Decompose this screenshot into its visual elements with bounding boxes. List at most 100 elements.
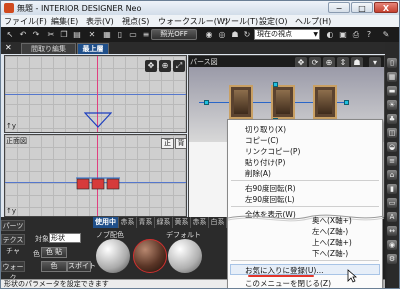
window-title: 無題 - INTERIOR DESIGNER Neo: [17, 4, 142, 13]
material-swatch-white[interactable]: [96, 239, 130, 273]
menu-walkthrough[interactable]: ウォークスルー(W): [158, 16, 228, 27]
plant-icon[interactable]: ♣: [387, 114, 397, 124]
viewpoint-select-value: 現在の視点: [257, 30, 292, 38]
front-viewport[interactable]: 正面図 正 背 ↑y: [4, 134, 187, 217]
back-view-button[interactable]: 背: [175, 138, 186, 149]
menu-move-back[interactable]: 奥へ(X軸+): [312, 215, 352, 226]
mat-tab-in-use[interactable]: 使用中: [93, 217, 119, 228]
mat-tab-blue[interactable]: 青系: [137, 217, 155, 228]
material-swatch-brown[interactable]: [133, 239, 167, 273]
menu-link-copy[interactable]: リンクコピー(P): [245, 146, 300, 157]
menu-separator: [231, 260, 379, 261]
menu-paste[interactable]: 貼り付け(P): [245, 157, 285, 168]
maximize-button[interactable]: □: [351, 2, 373, 13]
target-select[interactable]: 形状: [49, 233, 81, 243]
menu-rotate-left[interactable]: 左90度回転(L): [245, 194, 295, 205]
picture-frame-3[interactable]: [313, 85, 337, 119]
mat-tab-yellow[interactable]: 黄系: [173, 217, 191, 228]
furniture-icon[interactable]: ▬: [387, 86, 397, 96]
roof-icon[interactable]: ⌂: [387, 170, 397, 180]
viewpoint-select[interactable]: 現在の視点 ▼: [254, 29, 320, 40]
settings-icon[interactable]: ⚙: [387, 254, 397, 264]
help-icon[interactable]: ?: [364, 30, 374, 39]
zoom-icon[interactable]: ⊕: [159, 60, 171, 72]
tab-top-floor[interactable]: 最上層: [77, 43, 109, 54]
material-swatch-default[interactable]: [168, 239, 202, 273]
menu-delete[interactable]: 削除(A): [245, 168, 271, 179]
picture-frame-1[interactable]: [229, 85, 253, 119]
front-view-button[interactable]: 正: [161, 138, 174, 149]
color-select-button[interactable]: 色: [41, 261, 67, 272]
stairs-tool-icon[interactable]: ≡: [387, 156, 397, 166]
pencil-icon[interactable]: ✎: [381, 30, 391, 39]
camera-tool-icon[interactable]: ◉: [387, 240, 397, 250]
mat-tab-green[interactable]: 緑系: [155, 217, 173, 228]
rotate-icon[interactable]: ↻: [242, 30, 252, 39]
menu-cut[interactable]: 切り取り(X): [245, 124, 286, 135]
picture-2: [276, 90, 290, 114]
menu-close[interactable]: このメニューを閉じる(Z): [245, 278, 331, 288]
walk-icon[interactable]: ☗: [230, 30, 240, 39]
cut-icon[interactable]: ✂: [46, 30, 56, 39]
wall-tool-icon[interactable]: ▭: [387, 198, 397, 208]
undo-icon[interactable]: ↶: [18, 30, 28, 39]
sidetab-texture[interactable]: テクスチャ: [1, 234, 25, 255]
title-bar: 無題 - INTERIOR DESIGNER Neo − □ X: [1, 1, 399, 15]
pan-icon[interactable]: ✥: [145, 60, 157, 72]
render-icon[interactable]: ◐: [325, 30, 335, 39]
selection-handle-left[interactable]: [204, 100, 209, 105]
copy-icon[interactable]: ❐: [59, 30, 69, 39]
selection-handle-top[interactable]: [273, 82, 278, 87]
menu-move-up[interactable]: 上へ(Z軸+): [312, 237, 352, 248]
light-icon[interactable]: ☀: [387, 100, 397, 110]
menu-move-left[interactable]: 左へ(Z軸-): [312, 226, 348, 237]
paste-icon[interactable]: ▤: [72, 30, 82, 39]
photo-icon[interactable]: ▣: [338, 30, 348, 39]
door-icon[interactable]: ▯: [387, 58, 397, 68]
eyedropper-button[interactable]: スポイト: [67, 261, 96, 272]
selection-handle-right[interactable]: [344, 100, 349, 105]
picture-frame-2[interactable]: [271, 85, 295, 119]
text-icon[interactable]: A: [387, 212, 397, 222]
window-icon[interactable]: ▦: [387, 72, 397, 82]
plan-viewport[interactable]: ✥ ⊕ ⤢ ↑y: [4, 55, 187, 133]
column-icon[interactable]: ▮: [387, 184, 397, 194]
floor-icon[interactable]: ▭: [128, 30, 138, 39]
measure-icon[interactable]: ↔: [387, 226, 397, 236]
light-toggle-button[interactable]: 照光OFF: [151, 29, 197, 40]
pointer-icon[interactable]: ↖: [5, 30, 15, 39]
menu-view[interactable]: 表示(V): [86, 16, 114, 27]
menu-help[interactable]: ヘルプ(H): [295, 16, 331, 27]
close-tab-icon[interactable]: ✕: [5, 43, 12, 52]
menu-settings[interactable]: 設定(O): [259, 16, 288, 27]
stairs-icon[interactable]: ≡: [141, 30, 151, 39]
menu-file[interactable]: ファイル(F): [4, 16, 47, 27]
annotation-underline: [248, 275, 314, 277]
wall-icon[interactable]: ▯: [115, 30, 125, 39]
mat-tab-white[interactable]: 白系: [209, 217, 227, 228]
minimize-button[interactable]: −: [328, 2, 350, 13]
sidetab-walk[interactable]: ウォーク: [1, 261, 25, 282]
tab-floorplan[interactable]: 間取り編集: [21, 43, 76, 54]
grid-icon[interactable]: ▦: [102, 30, 112, 39]
menu-tools[interactable]: ツール(T): [223, 16, 258, 27]
mat-tab-red-2[interactable]: 赤系: [191, 217, 209, 228]
menu-rotate-right[interactable]: 右90度回転(R): [245, 183, 296, 194]
camera-frustum-icon: [84, 112, 112, 128]
menu-copy[interactable]: コピー(C): [245, 135, 279, 146]
menu-move-down[interactable]: 下へ(Z軸-): [312, 248, 348, 259]
eye-icon[interactable]: ◎: [217, 30, 227, 39]
sidetab-parts[interactable]: パーツ: [1, 220, 25, 231]
mat-tab-red[interactable]: 赤系: [119, 217, 137, 228]
fit-icon[interactable]: ⤢: [173, 60, 185, 72]
kitchen-icon[interactable]: ◫: [387, 128, 397, 138]
redo-icon[interactable]: ↷: [31, 30, 41, 39]
camera-icon[interactable]: ◉: [204, 30, 214, 39]
bath-icon[interactable]: ◒: [387, 142, 397, 152]
menu-edit[interactable]: 編集(E): [51, 16, 78, 27]
delete-icon[interactable]: ✕: [87, 30, 97, 39]
menu-viewpoint[interactable]: 視点(S): [122, 16, 149, 27]
close-button[interactable]: X: [374, 2, 398, 13]
color-paint-button[interactable]: 色 貼: [41, 247, 67, 258]
print-icon[interactable]: ⎙: [351, 30, 361, 39]
